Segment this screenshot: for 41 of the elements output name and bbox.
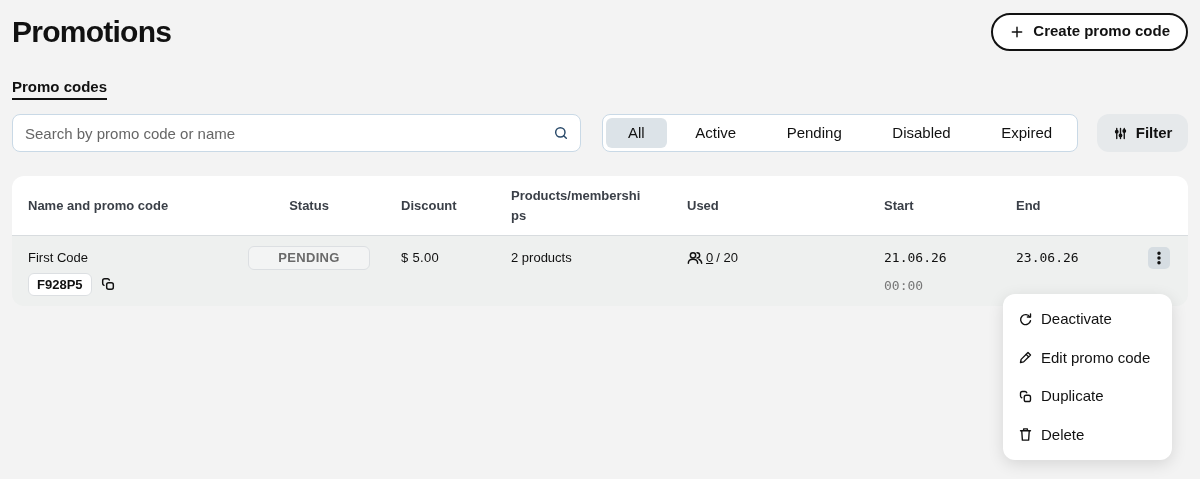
filter-segment[interactable]: All [606, 118, 667, 148]
menu-item[interactable]: Edit promo code [1003, 338, 1172, 377]
end-date: 23.06.26 [1016, 249, 1080, 267]
copy-button[interactable] [99, 276, 116, 293]
tab[interactable]: Promo codes [12, 76, 108, 100]
column-header: Status [288, 196, 330, 215]
column-header: Used [687, 196, 720, 215]
column-header: Start [884, 196, 915, 215]
start-date: 21.06.26 [884, 249, 948, 267]
filter-segment[interactable]: Pending [764, 118, 864, 148]
search-icon [553, 125, 569, 141]
users-icon [687, 249, 703, 266]
filter-button[interactable]: Filter [1097, 114, 1188, 152]
filter-segment[interactable]: Active [673, 118, 759, 148]
discount-value: $ 5.00 [401, 249, 441, 267]
menu-item[interactable]: Delete [1003, 415, 1172, 454]
pencil-icon [1018, 350, 1033, 366]
filter-segment[interactable]: Expired [979, 118, 1075, 148]
column-header: Name and promo code [28, 196, 170, 215]
page-title: Promotions [12, 14, 172, 50]
column-header: Products/memberships [511, 186, 642, 225]
refresh-icon [1018, 311, 1033, 327]
menu-item[interactable]: Deactivate [1003, 300, 1172, 339]
column-header: Discount [401, 196, 458, 215]
copy-icon [1018, 388, 1033, 404]
more-button[interactable] [1148, 247, 1170, 269]
start-time: 00:00 [884, 276, 925, 295]
products-count: 2 products [511, 249, 573, 267]
column-header: End [1016, 196, 1042, 215]
search-field[interactable]: Search by promo code or name [12, 114, 581, 152]
used-count: 0 [706, 249, 714, 267]
sliders-icon [1112, 125, 1128, 141]
usage-limit: / 20 [716, 249, 738, 267]
menu-item[interactable]: Duplicate [1003, 377, 1172, 416]
promo-code-tag: F928P5 [28, 272, 92, 296]
create-promo-code-button[interactable]: Create promo code [991, 12, 1188, 51]
trash-icon [1018, 427, 1033, 443]
promo-name: First Code [28, 249, 89, 267]
copy-icon [99, 276, 116, 293]
status-badge: PENDING [248, 246, 370, 270]
filter-segment[interactable]: Disabled [870, 118, 973, 148]
